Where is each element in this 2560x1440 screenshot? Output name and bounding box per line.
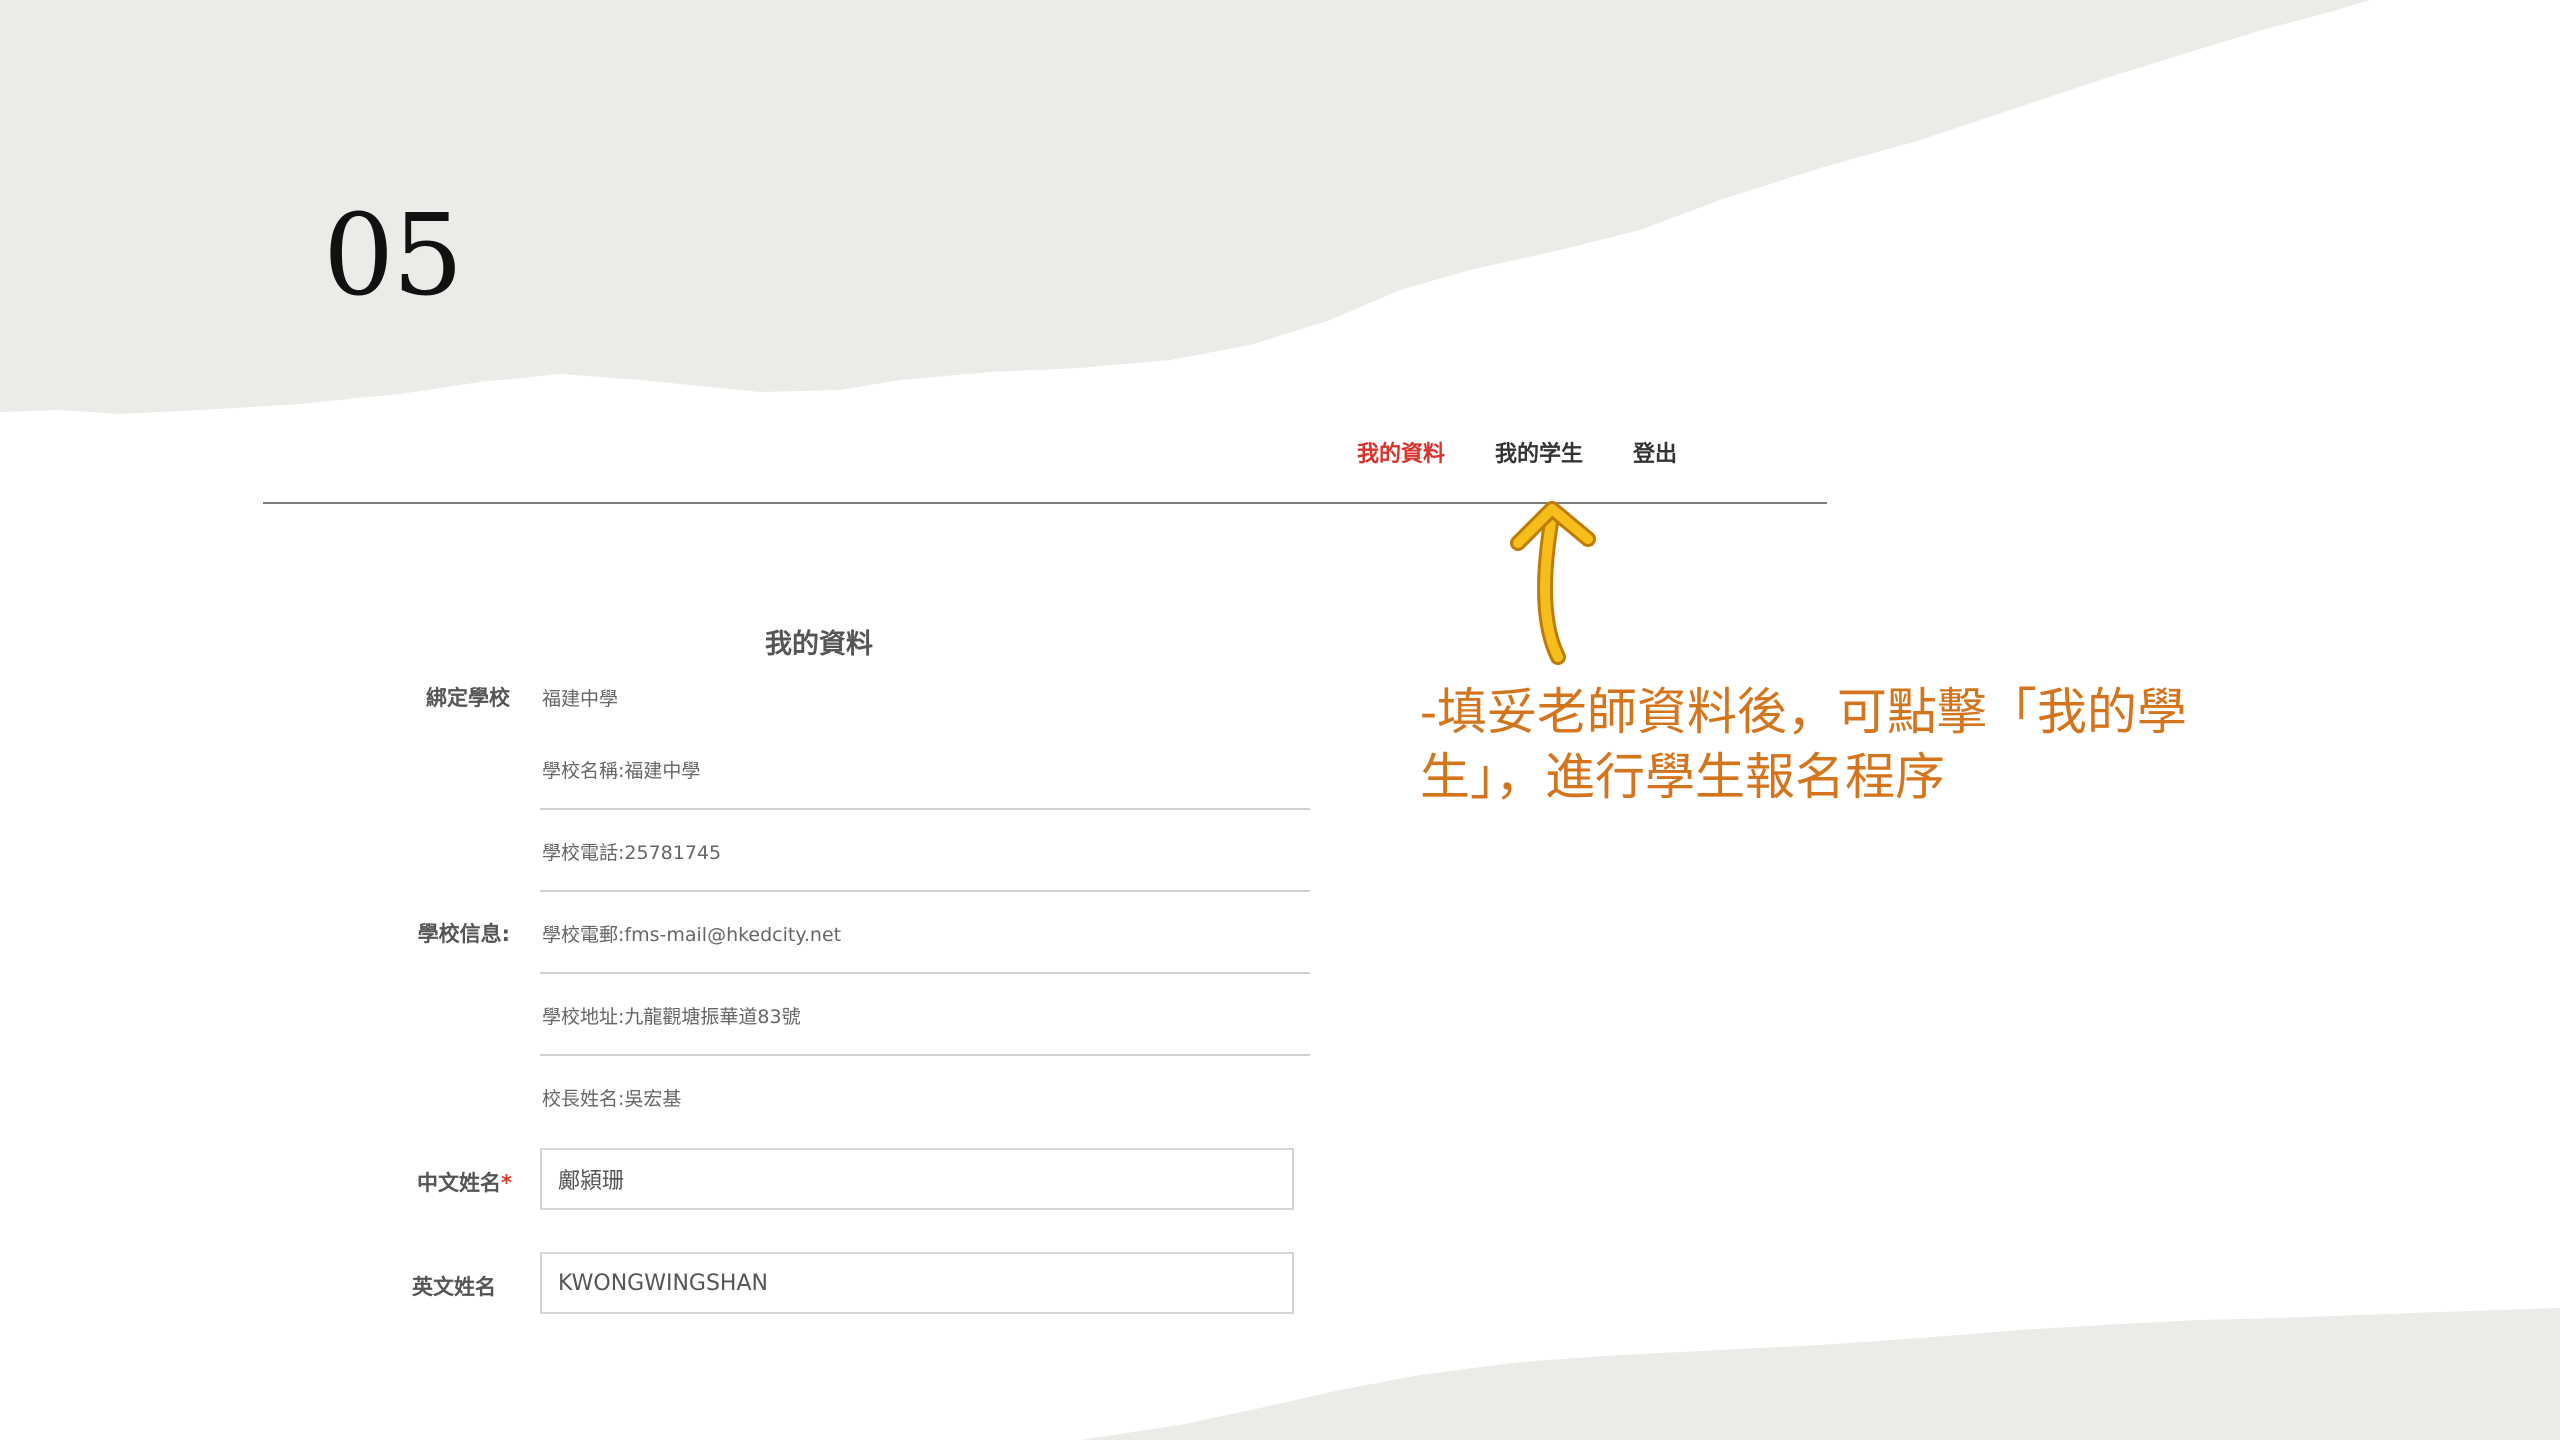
- nav-my-profile[interactable]: 我的資料: [1357, 436, 1445, 468]
- nav-logout[interactable]: 登出: [1633, 436, 1677, 468]
- info-divider: [540, 1054, 1310, 1056]
- chinese-name-label-text: 中文姓名: [417, 1171, 502, 1195]
- chinese-name-input[interactable]: [540, 1148, 1294, 1210]
- nav-my-students[interactable]: 我的学生: [1495, 436, 1583, 468]
- info-divider: [540, 972, 1310, 974]
- info-divider: [540, 808, 1310, 810]
- up-arrow-icon: [1510, 501, 1596, 665]
- annotation-text: -填妥老師資料後，可點擊「我的學生」，進行學生報名程序: [1420, 683, 2187, 806]
- info-divider: [540, 890, 1310, 892]
- bound-school-value: 福建中學: [542, 688, 619, 710]
- slide-number: 05: [323, 191, 464, 321]
- principal-name-line: 校長姓名:吳宏基: [542, 1088, 682, 1110]
- school-email-line: 學校電郵:fms-mail@hkedcity.net: [542, 924, 842, 946]
- form-title: 我的資料: [765, 629, 873, 660]
- bound-school-label: 綁定學校: [426, 686, 510, 710]
- school-phone-line: 學校電話:25781745: [542, 842, 722, 864]
- school-info-label: 學校信息:: [417, 922, 510, 946]
- english-name-input[interactable]: [540, 1252, 1294, 1314]
- required-mark: *: [501, 1171, 512, 1195]
- school-address-line: 學校地址:九龍觀塘振華道83號: [542, 1006, 801, 1028]
- english-name-label: 英文姓名: [412, 1275, 496, 1299]
- chinese-name-label: 中文姓名*: [332, 1167, 512, 1197]
- top-nav: 我的資料 我的学生 登出: [1357, 436, 1677, 468]
- school-name-line: 學校名稱:福建中學: [542, 760, 701, 782]
